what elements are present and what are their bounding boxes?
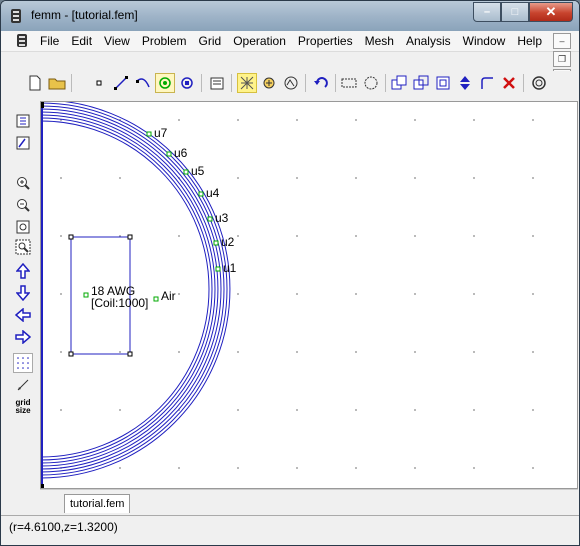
- undo-icon[interactable]: [311, 73, 331, 93]
- boundary-node-2[interactable]: [166, 151, 172, 157]
- arc-mode-icon[interactable]: [133, 73, 153, 93]
- copy-icon[interactable]: [389, 73, 409, 93]
- run-solver-icon[interactable]: [259, 73, 279, 93]
- move-icon[interactable]: [455, 73, 475, 93]
- menu-analysis[interactable]: Analysis: [406, 34, 451, 48]
- menu-properties[interactable]: Properties: [298, 34, 353, 48]
- menu-grid[interactable]: Grid: [199, 34, 222, 48]
- zoom-out-icon[interactable]: [13, 133, 33, 153]
- mesh-icon[interactable]: [237, 73, 257, 93]
- minimize-button[interactable]: –: [473, 2, 501, 22]
- document-tab-bar: tutorial.fem: [40, 489, 578, 514]
- zoom-box-icon[interactable]: [13, 217, 33, 237]
- pan-up-icon[interactable]: [13, 261, 33, 281]
- boundary-node-5[interactable]: [207, 216, 213, 222]
- coil-corner-node-1[interactable]: [68, 234, 74, 240]
- properties-icon[interactable]: [207, 73, 227, 93]
- coordinate-readout: (r=4.6100,z=1.3200): [9, 520, 118, 534]
- mirror-icon[interactable]: [411, 73, 431, 93]
- block-label-air[interactable]: Air: [161, 289, 176, 303]
- document-menu-icon[interactable]: [16, 33, 28, 48]
- block-marker-air[interactable]: [153, 296, 159, 302]
- boundary-node-7[interactable]: [215, 266, 221, 272]
- menu-view[interactable]: View: [104, 34, 130, 48]
- femm-window: femm - [tutorial.fem] – □ ✕ File Edit Vi…: [0, 0, 580, 546]
- main-toolbar: [1, 71, 579, 97]
- node-label-u5[interactable]: u5: [191, 164, 205, 178]
- block-marker-coil[interactable]: [83, 292, 89, 298]
- document-restore-button[interactable]: ❐: [553, 51, 571, 67]
- document-minimize-button[interactable]: –: [553, 33, 571, 49]
- select-box-icon[interactable]: [339, 73, 359, 93]
- zoom-window-icon[interactable]: [13, 173, 33, 193]
- menu-mesh[interactable]: Mesh: [365, 34, 394, 48]
- grid-size-label: grid size: [15, 398, 31, 415]
- menu-operation[interactable]: Operation: [233, 34, 286, 48]
- close-button[interactable]: ✕: [529, 2, 573, 22]
- node-label-u6[interactable]: u6: [174, 146, 188, 160]
- node-label-u3[interactable]: u3: [215, 211, 229, 225]
- view-results-icon[interactable]: [281, 73, 301, 93]
- create-open-boundary-icon[interactable]: [529, 73, 549, 93]
- zoom-selection-icon[interactable]: [13, 237, 33, 257]
- menu-file[interactable]: File: [40, 34, 59, 48]
- title-bar[interactable]: femm - [tutorial.fem] – □ ✕: [1, 1, 579, 31]
- open-folder-icon[interactable]: [47, 73, 67, 93]
- tab-tutorial-fem[interactable]: tutorial.fem: [64, 494, 131, 513]
- menu-window[interactable]: Window: [463, 34, 506, 48]
- pan-down-icon[interactable]: [13, 283, 33, 303]
- axis-top-node[interactable]: [41, 102, 44, 108]
- show-grid-icon[interactable]: [13, 353, 33, 373]
- fillet-icon[interactable]: [477, 73, 497, 93]
- boundary-node-4[interactable]: [198, 191, 204, 197]
- select-circle-icon[interactable]: [361, 73, 381, 93]
- status-bar: (r=4.6100,z=1.3200): [1, 515, 579, 545]
- coil-corner-node-4[interactable]: [127, 351, 133, 357]
- left-toolbar: grid size: [9, 101, 39, 521]
- node-label-u1[interactable]: u1: [223, 261, 237, 275]
- block-circuit-label: [Coil:1000]: [91, 296, 149, 310]
- menu-edit[interactable]: Edit: [71, 34, 92, 48]
- coil-corner-node-3[interactable]: [68, 351, 74, 357]
- maximize-button[interactable]: □: [501, 2, 529, 22]
- pan-right-icon[interactable]: [13, 327, 33, 347]
- boundary-node-6[interactable]: [213, 240, 219, 246]
- delete-icon[interactable]: [499, 73, 519, 93]
- node-label-u2[interactable]: u2: [221, 235, 235, 249]
- menu-help[interactable]: Help: [517, 34, 542, 48]
- snap-grid-icon[interactable]: [13, 375, 33, 395]
- boundary-node-1[interactable]: [146, 131, 152, 137]
- new-file-icon[interactable]: [25, 73, 45, 93]
- grid-size-icon[interactable]: grid size: [13, 395, 33, 419]
- boundary-node-3[interactable]: [183, 169, 189, 175]
- menu-bar: File Edit View Problem Grid Operation Pr…: [1, 31, 579, 52]
- pan-left-icon[interactable]: [13, 305, 33, 325]
- zoom-natural-icon[interactable]: [13, 195, 33, 215]
- group-mode-icon[interactable]: [177, 73, 197, 93]
- block-label-18-awg[interactable]: 18 AWG [Coil:1000]: [91, 285, 148, 309]
- segment-mode-icon[interactable]: [111, 73, 131, 93]
- window-controls: – □ ✕: [473, 2, 573, 22]
- drawing-canvas[interactable]: u7 u6 u5 u4 u3 u2 u1 18 AWG [Coil:1000] Air: [40, 101, 578, 489]
- femm-app-icon: [11, 9, 21, 23]
- coil-corner-node-2[interactable]: [127, 234, 133, 240]
- node-label-u4[interactable]: u4: [206, 186, 220, 200]
- scale-icon[interactable]: [433, 73, 453, 93]
- node-mode-icon[interactable]: [89, 73, 109, 93]
- block-label-mode-icon[interactable]: [155, 73, 175, 93]
- window-title: femm - [tutorial.fem]: [31, 8, 138, 22]
- node-label-u7[interactable]: u7: [154, 126, 168, 140]
- menu-problem[interactable]: Problem: [142, 34, 187, 48]
- zoom-in-icon[interactable]: [13, 111, 33, 131]
